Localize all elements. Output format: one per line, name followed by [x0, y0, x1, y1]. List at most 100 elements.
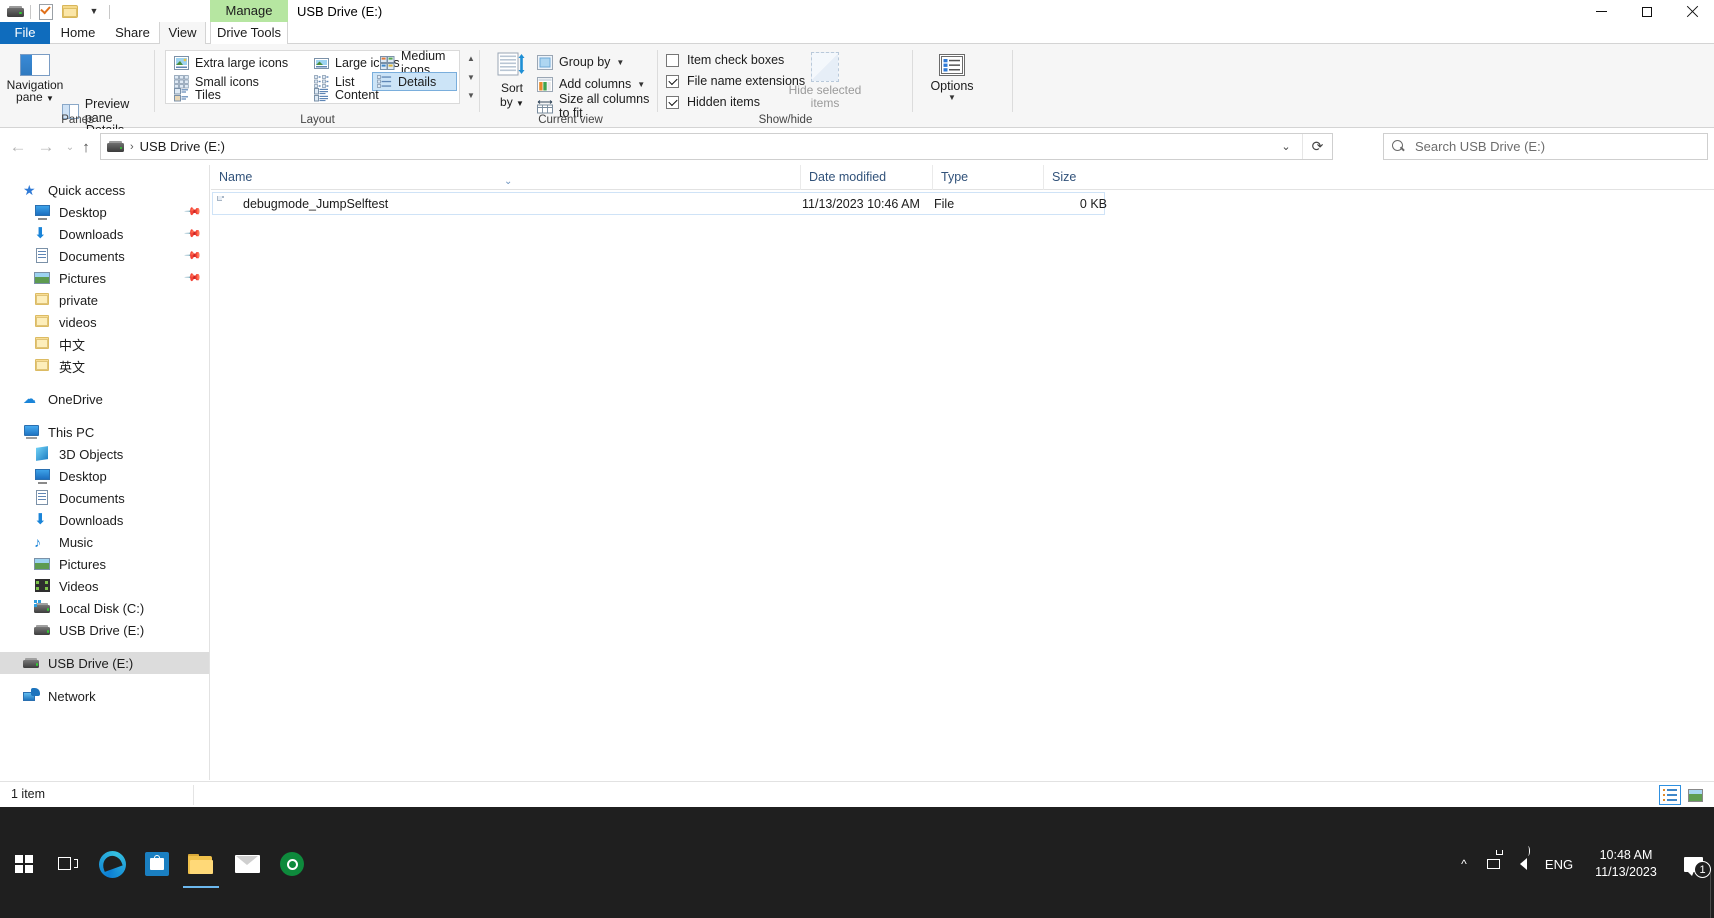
sidebar-item-desktop[interactable]: Desktop 📌 [0, 201, 209, 223]
store-button[interactable] [133, 840, 181, 888]
sidebar-item-music[interactable]: ♪ Music [0, 531, 209, 553]
item-check-boxes-checkbox[interactable] [666, 53, 679, 67]
column-header-name[interactable]: Name ⌄ [211, 165, 800, 190]
sidebar-item-documents-pc[interactable]: Documents [0, 487, 209, 509]
file-name-extensions-toggle[interactable]: File name extensions [666, 71, 805, 91]
refresh-icon[interactable]: ⟳ [1302, 134, 1332, 159]
column-header-type[interactable]: Type [932, 165, 1043, 190]
tab-file[interactable]: File [0, 22, 50, 44]
properties-icon[interactable] [34, 1, 58, 23]
clock[interactable]: 10:48 AM 11/13/2023 [1580, 840, 1672, 888]
tab-home[interactable]: Home [50, 22, 106, 44]
folder-icon [34, 314, 51, 330]
videos-icon [34, 578, 51, 594]
maximize-button[interactable] [1624, 0, 1669, 23]
back-button[interactable]: ← [6, 135, 30, 159]
column-header-size[interactable]: Size [1043, 165, 1115, 190]
sidebar-item-onedrive[interactable]: ☁ OneDrive [0, 388, 209, 410]
table-row[interactable]: debugmode_JumpSelftest 11/13/2023 10:46 … [212, 192, 1107, 215]
file-explorer-button[interactable] [177, 840, 225, 888]
new-folder-icon[interactable] [58, 1, 82, 23]
layout-medium-icons[interactable]: Medium icons [376, 49, 459, 77]
size-all-columns-button[interactable]: Size all columns to fit [537, 92, 658, 120]
column-header-date-modified[interactable]: Date modified [800, 165, 932, 190]
column-header-label: Name [219, 170, 253, 184]
layout-tiles[interactable]: Tiles [170, 86, 225, 104]
task-view-button[interactable] [44, 840, 92, 888]
layout-details[interactable]: Details [372, 72, 457, 91]
tab-drive-tools[interactable]: Drive Tools [210, 22, 288, 44]
volume-tray-icon[interactable] [1508, 840, 1538, 888]
notifications-button[interactable]: 1 [1672, 840, 1714, 888]
sidebar-item-videos-pc[interactable]: Videos [0, 575, 209, 597]
column-header-label: Date modified [809, 170, 887, 184]
recorder-button[interactable] [268, 840, 316, 888]
folder-icon [34, 292, 51, 308]
edge-button[interactable] [88, 840, 136, 888]
navigation-pane[interactable]: ★ Quick access Desktop 📌 ⬇ Downloads 📌 D… [0, 165, 210, 780]
details-view-toggle[interactable] [1659, 785, 1681, 805]
sidebar-item-chinese-folder[interactable]: 中文 [0, 333, 209, 355]
sidebar-item-pictures[interactable]: Pictures 📌 [0, 267, 209, 289]
tab-share[interactable]: Share [106, 22, 159, 44]
search-box[interactable]: Search USB Drive (E:) [1383, 133, 1708, 160]
sidebar-label: OneDrive [48, 391, 103, 407]
add-columns-button[interactable]: Add columns ▼ [537, 74, 645, 94]
sidebar-item-desktop-pc[interactable]: Desktop [0, 465, 209, 487]
file-name-extensions-checkbox[interactable] [666, 74, 679, 88]
sidebar-item-downloads[interactable]: ⬇ Downloads 📌 [0, 223, 209, 245]
sort-by-button[interactable]: Sort by ▼ [491, 50, 533, 112]
sidebar-label: Desktop [59, 204, 107, 220]
layout-extra-large-icons[interactable]: Extra large icons [170, 54, 292, 72]
sidebar-item-usb-drive-root[interactable]: USB Drive (E:) [0, 652, 209, 674]
sidebar-item-documents[interactable]: Documents 📌 [0, 245, 209, 267]
navigation-pane-button[interactable]: Navigation pane ▼ [7, 50, 63, 112]
file-list-view[interactable]: Name ⌄ Date modified Type Size debugmode… [211, 165, 1714, 780]
network-tray-icon[interactable] [1478, 840, 1508, 888]
mail-button[interactable] [223, 840, 271, 888]
gallery-scroll-up-icon[interactable]: ▲ [464, 50, 478, 67]
sidebar-item-quick-access[interactable]: ★ Quick access [0, 179, 209, 201]
breadcrumb-current-path[interactable]: USB Drive (E:) [140, 139, 225, 154]
thumbnail-view-toggle[interactable] [1684, 785, 1706, 805]
address-dropdown-chevron-down-icon[interactable]: ⌄ [1272, 134, 1300, 159]
sidebar-item-3d-objects[interactable]: 3D Objects [0, 443, 209, 465]
sidebar-item-english-folder[interactable]: 英文 [0, 355, 209, 377]
language-indicator[interactable]: ENG [1538, 840, 1580, 888]
hidden-items-toggle[interactable]: Hidden items [666, 92, 760, 112]
minimize-button[interactable] [1579, 0, 1624, 23]
start-button[interactable] [0, 840, 48, 888]
options-button[interactable]: Options ▼ [923, 50, 981, 116]
store-icon [145, 852, 169, 876]
show-hidden-icons-chevron-up-icon[interactable]: ^ [1450, 840, 1478, 888]
file-explorer-window: ▼ Manage USB Drive (E:) File Home Share … [0, 0, 1714, 918]
tab-view[interactable]: View [159, 22, 206, 45]
search-input-placeholder[interactable]: Search USB Drive (E:) [1415, 139, 1545, 154]
sidebar-item-videos-qa[interactable]: videos [0, 311, 209, 333]
sidebar-item-usb-drive-pc[interactable]: USB Drive (E:) [0, 619, 209, 641]
gallery-expand-icon[interactable]: ▼ [464, 87, 478, 104]
forward-button[interactable]: → [34, 135, 58, 159]
address-breadcrumb-bar[interactable]: › USB Drive (E:) ⌄ ⟳ [100, 133, 1333, 160]
drive-icon[interactable] [3, 1, 27, 23]
hidden-items-checkbox[interactable] [666, 95, 679, 109]
sidebar-item-private[interactable]: private [0, 289, 209, 311]
sidebar-item-this-pc[interactable]: This PC [0, 421, 209, 443]
sidebar-item-pictures-pc[interactable]: Pictures [0, 553, 209, 575]
up-button[interactable]: ↑ [74, 135, 98, 159]
group-by-button[interactable]: Group by ▼ [537, 52, 624, 72]
large-thumbnails-view-icon [1687, 788, 1703, 802]
sidebar-item-network[interactable]: Network [0, 685, 209, 707]
item-check-boxes-toggle[interactable]: Item check boxes [666, 50, 784, 70]
close-button[interactable] [1669, 0, 1714, 23]
layout-content[interactable]: Content [310, 86, 383, 104]
usb-drive-icon [23, 655, 40, 671]
edge-icon [98, 850, 126, 878]
sidebar-item-downloads-pc[interactable]: ⬇ Downloads [0, 509, 209, 531]
customize-qat-chevron-down-icon[interactable]: ▼ [82, 1, 106, 23]
gallery-scroll-down-icon[interactable]: ▼ [464, 69, 478, 86]
show-desktop-button[interactable] [1710, 873, 1714, 918]
options-chevron-down-icon[interactable]: ▼ [948, 93, 956, 102]
file-name[interactable]: debugmode_JumpSelftest [243, 194, 388, 215]
sidebar-item-local-disk-c[interactable]: Local Disk (C:) [0, 597, 209, 619]
